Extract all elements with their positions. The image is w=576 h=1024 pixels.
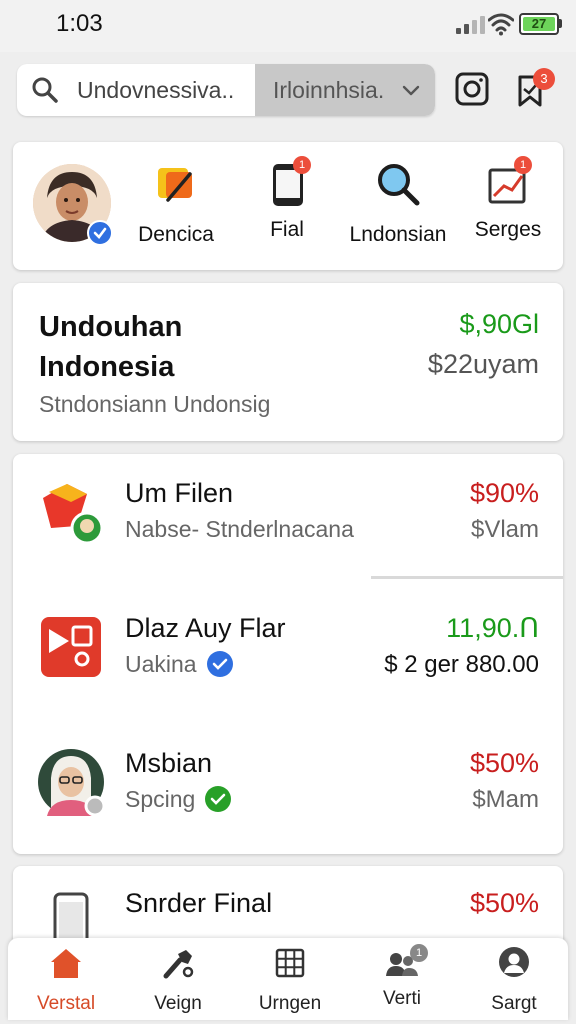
chart-icon: 1 [484,156,532,208]
nav-item-sargt[interactable]: Sargt [458,946,570,1016]
cube-app-icon [43,484,104,545]
items-list: Um Filen Nabse- Stnderlnacana $90% $Vlam… [13,454,563,854]
item-subtitle: Uakina [125,650,233,679]
nav-label: Urngen [258,993,322,1014]
shortcut-label: Lndonsian [349,223,447,246]
user-avatar-icon [38,749,105,816]
item-secondary-value: $ 2 ger 880.00 [384,651,539,678]
nav-label: Sargt [491,993,537,1014]
summary-title: Undouhan Indonesia [39,311,183,383]
item-title: Snrder Final [125,888,273,918]
shortcut-label: Serges [474,218,542,241]
battery-level: 27 [531,16,547,31]
tools-icon [163,950,194,979]
status-time: 1:03 [56,10,103,37]
notification-badge: 3 [533,68,555,90]
nav-label: Veign [154,993,202,1014]
nav-badge: 1 [410,944,428,962]
shortcut-serges[interactable]: 1 Serges [453,156,563,260]
profile-avatar[interactable] [33,164,113,246]
camera-icon[interactable] [454,71,490,107]
item-secondary-value: $Vlam [470,516,539,543]
shortcut-dencica[interactable]: Dencica [121,160,231,260]
shortcut-lndonsian[interactable]: Lndonsian [343,160,453,260]
search-input[interactable]: Undovnessiva.. [77,77,234,104]
item-subtitle: Spcing [125,785,232,814]
item-title: Um Filen [125,478,234,508]
verified-check-icon [206,650,233,677]
profile-icon [499,947,529,977]
nav-label: Verti [382,988,422,1009]
item-value: $50% [469,748,539,778]
item-secondary-value: $Mam [472,786,539,813]
nav-item-verstal[interactable]: Verstal [10,946,122,1016]
shortcut-badge: 1 [293,156,311,174]
wifi-icon [488,13,514,36]
item-value: 11,90.Ո [446,613,539,643]
chevron-down-icon [402,85,420,96]
nav-item-veign[interactable]: Veign [122,946,234,1016]
verified-badge-icon [87,220,113,246]
nav-label: Verstal [36,993,96,1014]
shortcut-label: Dencica [138,223,214,246]
nav-item-urngen[interactable]: Urngen [234,946,346,1016]
magnifier-icon [378,164,420,206]
item-value: $90% [469,478,539,508]
item-value: $50% [469,888,539,918]
search-icon [32,77,58,103]
summary-secondary-value: $22uyam [427,349,539,379]
battery-icon: 27 [519,13,559,35]
item-title: Dlaz Auy Flar [125,613,286,643]
success-check-icon [205,785,232,812]
summary-value: $,90Gl [459,309,539,339]
region-select-value: Irloinnhsia. [273,77,385,103]
video-app-icon [41,617,101,677]
list-item[interactable]: Msbian Spcing $50% $Mam [13,724,563,854]
edit-icon [158,168,192,202]
shortcut-label: Fial [270,218,304,241]
list-item[interactable]: Um Filen Nabse- Stnderlnacana $90% $Vlam [13,454,563,584]
grid-icon [275,948,305,978]
item-title: Msbian [125,748,213,778]
search-bar[interactable]: Undovnessiva.. Irloinnhsia. [17,64,435,116]
people-icon: 1 [384,944,428,980]
region-select[interactable]: Irloinnhsia. [255,64,435,116]
tablet-icon: 1 [263,156,311,208]
nav-item-verti[interactable]: 1 Verti [346,944,458,1016]
shortcut-badge: 1 [514,156,532,174]
status-bar: 1:03 27 [0,0,576,52]
bottom-navigation: Verstal Veign Urngen 1 Verti Sargt [8,938,568,1020]
signal-icon [456,16,486,34]
summary-subtitle: Stndonsiann Undonsig [39,391,271,417]
list-item[interactable]: Dlaz Auy Flar Uakina 11,90.Ո $ 2 ger 880… [13,589,563,719]
shortcuts-card: Dencica 1 Fial Lndonsian 1 Serges [13,142,563,270]
shortcut-fial[interactable]: 1 Fial [232,156,342,260]
item-subtitle: Nabse- Stnderlnacana [125,516,354,542]
divider [371,576,563,579]
summary-card[interactable]: Undouhan Indonesia Stndonsiann Undonsig … [13,283,563,441]
home-icon [51,949,81,978]
